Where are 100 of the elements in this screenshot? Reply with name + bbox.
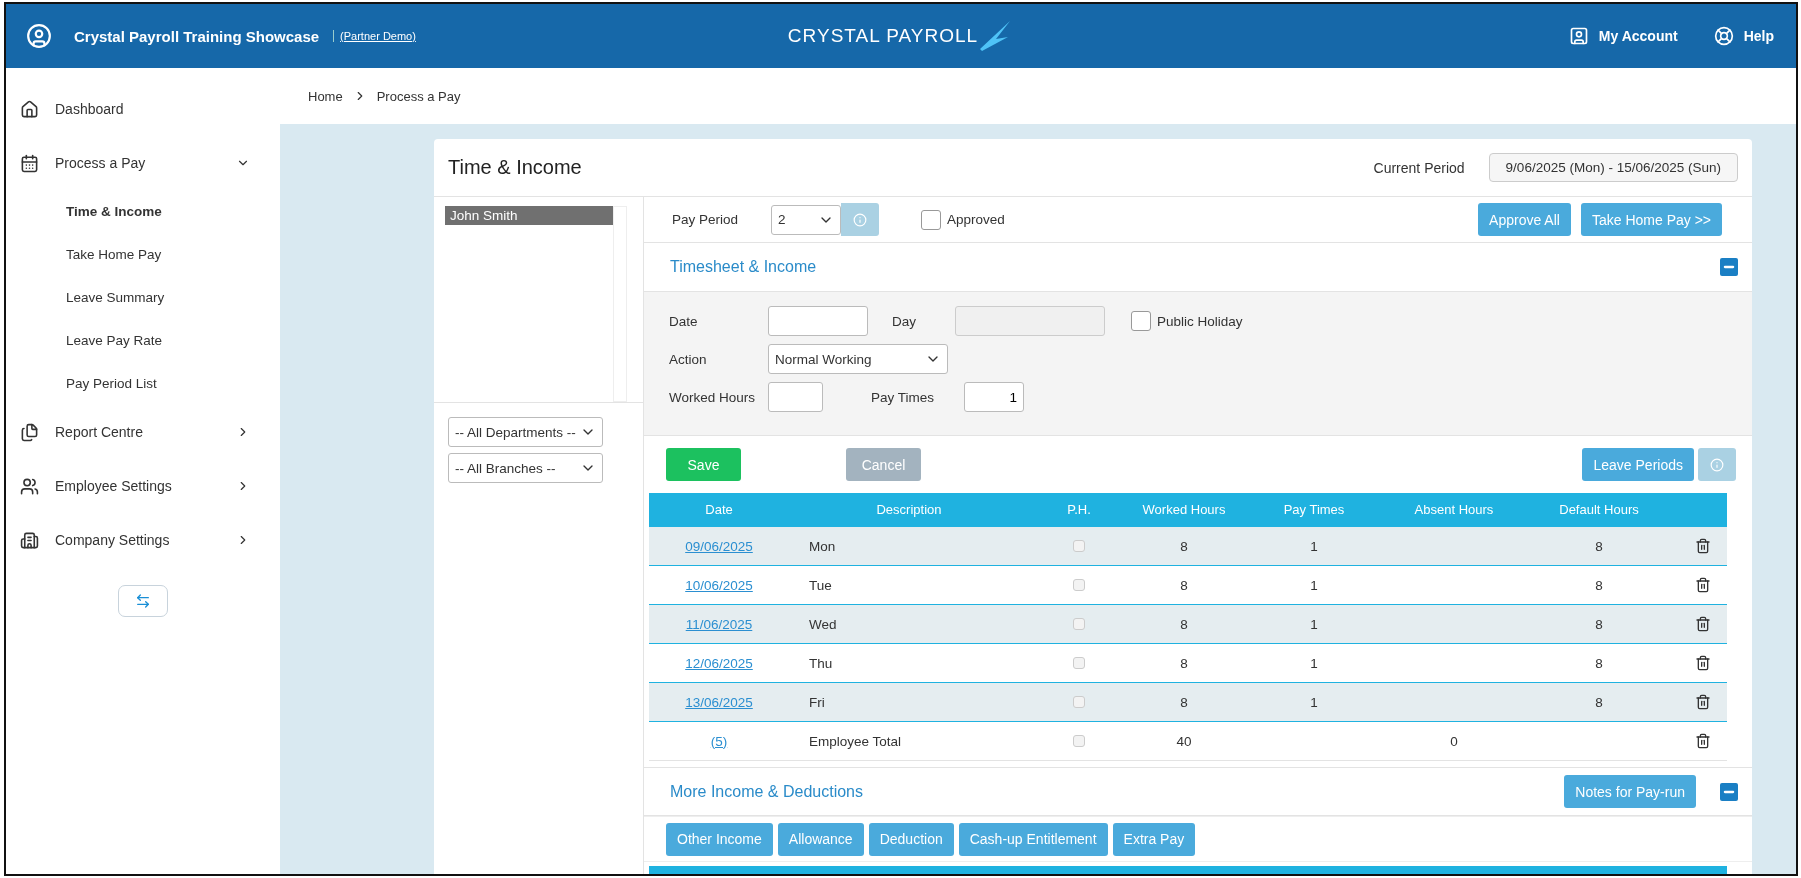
table-cell-text: 8 xyxy=(1179,538,1189,554)
table-cell-text: 0 xyxy=(1449,733,1459,749)
date-link[interactable]: 10/06/2025 xyxy=(685,577,753,593)
table-cell-text: Mon xyxy=(808,538,837,554)
info-button[interactable] xyxy=(841,203,879,236)
section-title: More Income & Deductions xyxy=(670,782,864,801)
delete-icon[interactable] xyxy=(1695,616,1711,632)
sidebar-item[interactable]: Employee Settings xyxy=(6,459,280,513)
date-link[interactable]: 11/06/2025 xyxy=(685,616,753,632)
table-cell-text: 8 xyxy=(1594,538,1604,554)
table-cell-text: 1 xyxy=(1309,616,1319,632)
logo-swoosh-icon xyxy=(978,19,1013,53)
employee-item[interactable]: John Smith xyxy=(445,206,613,225)
breadcrumb-link[interactable]: Process a Pay xyxy=(376,88,461,104)
table-cell-text: 8 xyxy=(1594,694,1604,710)
sidebar-item[interactable]: Dashboard xyxy=(6,82,280,136)
info-button[interactable] xyxy=(1698,448,1736,481)
checkbox[interactable] xyxy=(1131,311,1151,331)
worked-hours-input[interactable] xyxy=(768,382,823,412)
column-header: Default Hours xyxy=(1558,502,1640,517)
field-label: Current Period xyxy=(1373,159,1465,176)
checkbox[interactable] xyxy=(1073,618,1085,630)
filter-select[interactable]: -- All Departments -- xyxy=(448,417,603,447)
menu-icon xyxy=(20,530,39,550)
current-period-field: 9/06/2025 (Mon) - 15/06/2025 (Sun) xyxy=(1488,153,1738,182)
column-header: Worked Hours xyxy=(1141,502,1227,517)
header-link[interactable]: My Account xyxy=(1568,26,1678,46)
table-cell-text: 1 xyxy=(1309,538,1319,554)
pay-times-input[interactable]: 1 xyxy=(964,382,1024,412)
sidebar-subitem[interactable]: Pay Period List xyxy=(6,362,280,405)
sidebar-subitem[interactable]: Leave Pay Rate xyxy=(6,319,280,362)
sidebar-item[interactable]: Process a Pay xyxy=(6,136,280,190)
double-arrow-icon xyxy=(135,593,151,609)
date-link[interactable]: 09/06/2025 xyxy=(685,538,753,554)
logo-text: CRYSTAL PAYROLL xyxy=(787,25,979,47)
delete-icon[interactable] xyxy=(1695,577,1711,593)
checkbox[interactable] xyxy=(1073,579,1085,591)
user-circle-icon xyxy=(26,23,52,49)
field-label: Day xyxy=(892,313,917,329)
menu-icon xyxy=(20,476,39,496)
table-cell-text: 8 xyxy=(1179,694,1189,710)
info-icon xyxy=(853,212,867,227)
table-cell-text: 8 xyxy=(1594,577,1604,593)
sidebar-subitem[interactable]: Leave Summary xyxy=(6,276,280,319)
field-label: Action xyxy=(669,351,708,367)
delete-icon[interactable] xyxy=(1695,655,1711,671)
collapse-button[interactable] xyxy=(1720,258,1738,276)
table-cell-text: Fri xyxy=(808,694,826,710)
checkbox[interactable] xyxy=(921,209,941,230)
checkbox[interactable] xyxy=(1073,735,1085,747)
field-label: Worked Hours xyxy=(669,389,757,405)
table-cell-text: 1 xyxy=(1309,577,1319,593)
date-link[interactable]: 12/06/2025 xyxy=(685,655,753,671)
table-cell-text: 8 xyxy=(1594,616,1604,632)
checkbox[interactable] xyxy=(1073,540,1085,552)
table-cell-text: Thu xyxy=(808,655,834,671)
checkbox-label: Approved xyxy=(947,212,1005,227)
field-label: Pay Period xyxy=(672,212,740,227)
table-cell-text: 8 xyxy=(1594,655,1604,671)
account-icon xyxy=(1568,26,1589,46)
column-header: P.H. xyxy=(1066,502,1092,517)
table-cell-text: Employee Total xyxy=(808,733,903,749)
date-link[interactable]: 13/06/2025 xyxy=(685,694,753,710)
page-title: Time & Income xyxy=(448,156,583,179)
pay-period-select[interactable]: 2 xyxy=(771,204,841,235)
count-link[interactable]: (5) xyxy=(710,733,728,749)
table-cell-text: Wed xyxy=(808,616,838,632)
sidebar-subitem[interactable]: Time & Income xyxy=(6,190,280,233)
checkbox[interactable] xyxy=(1073,657,1085,669)
filter-select[interactable]: -- All Branches -- xyxy=(448,453,603,483)
table-cell-text: 40 xyxy=(1175,733,1193,749)
info-icon xyxy=(1710,457,1724,472)
field-label: Date xyxy=(669,313,699,329)
table-cell-text: 8 xyxy=(1179,616,1189,632)
delete-icon[interactable] xyxy=(1695,733,1711,749)
app-title: Crystal Payroll Training Showcase xyxy=(74,27,320,45)
column-header: Date xyxy=(704,502,734,517)
date-input[interactable] xyxy=(768,306,868,336)
field-label: Pay Times xyxy=(871,389,936,405)
sidebar-item[interactable]: Report Centre xyxy=(6,405,280,459)
breadcrumb-link[interactable]: Home xyxy=(308,88,343,104)
help-icon xyxy=(1713,26,1734,46)
sidebar-subitem[interactable]: Take Home Pay xyxy=(6,233,280,276)
checkbox[interactable] xyxy=(1073,696,1085,708)
table-cell-text: 1 xyxy=(1309,694,1319,710)
delete-icon[interactable] xyxy=(1695,538,1711,554)
table-cell-text: 1 xyxy=(1309,655,1319,671)
menu-icon xyxy=(20,99,39,119)
table-cell-text: 8 xyxy=(1179,655,1189,671)
sidebar-item[interactable]: Company Settings xyxy=(6,513,280,567)
section-title: Timesheet & Income xyxy=(670,258,818,276)
header-link[interactable]: Help xyxy=(1713,26,1774,46)
action-select[interactable]: Normal Working xyxy=(768,344,948,374)
delete-icon[interactable] xyxy=(1695,694,1711,710)
checkbox-label: Public Holiday xyxy=(1157,313,1243,329)
collapse-button[interactable] xyxy=(1720,782,1738,801)
column-header: Absent Hours xyxy=(1413,502,1495,517)
partner-demo-link[interactable]: (Partner Demo) xyxy=(333,30,416,42)
collapse-sidebar-button[interactable] xyxy=(118,585,168,617)
table-cell-text: 8 xyxy=(1179,577,1189,593)
